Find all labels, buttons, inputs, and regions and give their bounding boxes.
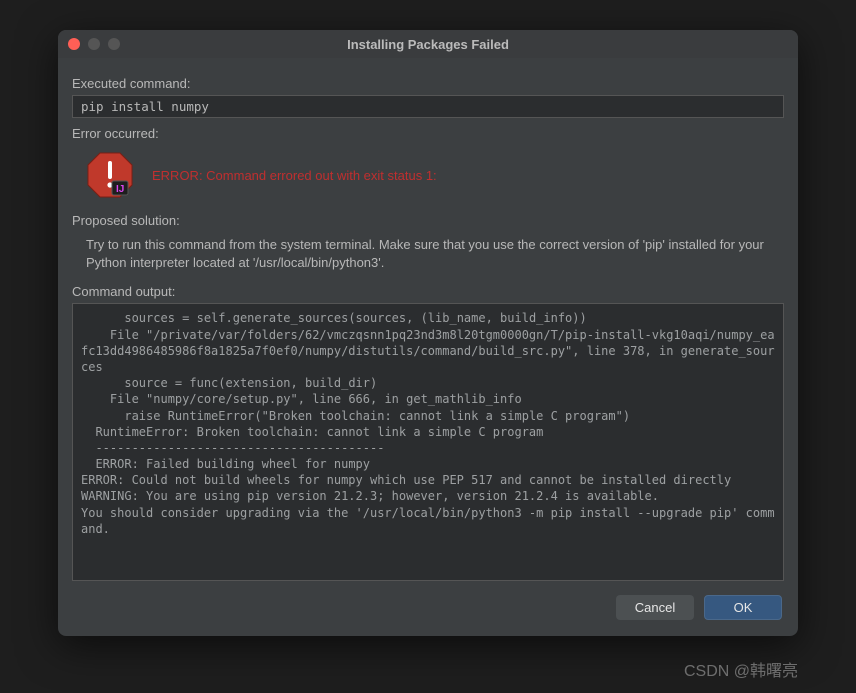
command-output-label: Command output: (72, 284, 784, 299)
cancel-button[interactable]: Cancel (616, 595, 694, 620)
executed-command-label: Executed command: (72, 76, 784, 91)
error-occurred-label: Error occurred: (72, 126, 784, 141)
watermark: CSDN @韩曙亮 (684, 657, 798, 681)
error-row: IJ ERROR: Command errored out with exit … (72, 145, 784, 205)
maximize-icon[interactable] (108, 38, 120, 50)
svg-text:IJ: IJ (116, 184, 124, 195)
error-icon: IJ (86, 151, 134, 199)
close-icon[interactable] (68, 38, 80, 50)
titlebar: Installing Packages Failed (58, 30, 798, 58)
dialog-content: Executed command: pip install numpy Erro… (58, 58, 798, 581)
traffic-lights (68, 38, 120, 50)
command-output-box[interactable]: sources = self.generate_sources(sources,… (72, 303, 784, 581)
minimize-icon[interactable] (88, 38, 100, 50)
proposed-solution-text: Try to run this command from the system … (72, 232, 784, 276)
window-title: Installing Packages Failed (58, 37, 798, 52)
executed-command-box[interactable]: pip install numpy (72, 95, 784, 118)
error-message: ERROR: Command errored out with exit sta… (152, 168, 437, 183)
dialog-window: Installing Packages Failed Executed comm… (58, 30, 798, 636)
ok-button[interactable]: OK (704, 595, 782, 620)
button-row: Cancel OK (58, 581, 798, 636)
proposed-solution-label: Proposed solution: (72, 213, 784, 228)
